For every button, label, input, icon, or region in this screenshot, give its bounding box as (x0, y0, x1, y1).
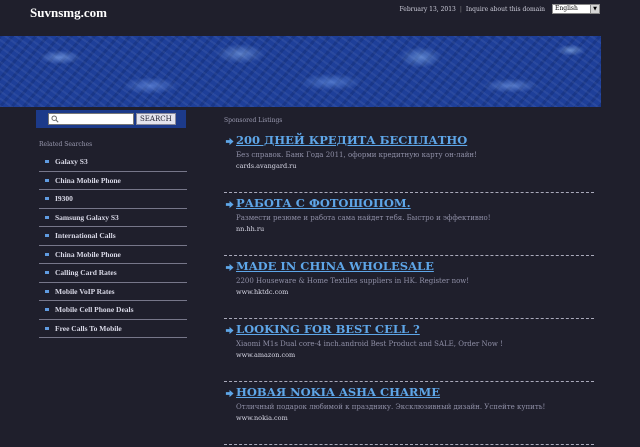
inquire-link[interactable]: Inquire about this domain (466, 6, 545, 13)
bullet-icon (45, 178, 49, 182)
related-item-label: Calling Card Rates (55, 268, 117, 278)
listing-title-link[interactable]: MADE IN CHINA WHOLESALE (236, 259, 434, 273)
chevron-down-icon[interactable]: ▼ (590, 5, 599, 13)
listing-url[interactable]: www.amazon.com (236, 351, 295, 359)
related-item-label: Galaxy S3 (55, 157, 88, 167)
header: Suvnsmg.com February 13, 2013 | Inquire … (0, 0, 640, 36)
search-icon (51, 115, 59, 123)
search-bar: SEARCH (36, 110, 186, 128)
language-select[interactable]: English ▼ (552, 4, 600, 14)
language-value: English (555, 5, 578, 12)
bullet-icon (45, 234, 49, 238)
bullet-icon (45, 215, 49, 219)
bullet-icon (45, 289, 49, 293)
listing-url[interactable]: www.nokia.com (236, 414, 288, 422)
related-item-label: Mobile VoIP Rates (55, 286, 115, 296)
related-item-label: Mobile Cell Phone Deals (55, 305, 134, 315)
listing-description: Размести резюме и работа сама найдет теб… (236, 214, 491, 222)
listing-description: Отличный подарок любимой к празднику. Эк… (236, 403, 546, 411)
bullet-icon (45, 160, 49, 164)
arrow-right-icon (225, 263, 234, 272)
site-title[interactable]: Suvnsmg.com (30, 5, 107, 21)
listing-description: Xiaomi M1s Dual core-4 inch.android Best… (236, 340, 503, 348)
bullet-icon (45, 197, 49, 201)
bullet-icon (45, 271, 49, 275)
related-item[interactable]: China Mobile Phone (39, 246, 187, 264)
listing-url[interactable]: nn.hh.ru (236, 225, 264, 233)
bullet-icon (45, 308, 49, 312)
bullet-icon (45, 326, 49, 330)
related-item-label: China Mobile Phone (55, 249, 121, 259)
related-searches-list: Galaxy S3 China Mobile Phone I9300 Samsu… (39, 153, 187, 338)
listing-title-link[interactable]: 200 ДНЕЙ КРЕДИТА БЕСПЛАТНО (236, 133, 467, 147)
date-text: February 13, 2013 (399, 5, 456, 13)
search-button[interactable]: SEARCH (136, 113, 176, 125)
listing-item: 200 ДНЕЙ КРЕДИТА БЕСПЛАТНО Без справок. … (224, 130, 594, 193)
related-item[interactable]: International Calls (39, 227, 187, 246)
listing-title-link[interactable]: LOOKING FOR BEST CELL ? (236, 322, 420, 336)
bullet-icon (45, 252, 49, 256)
listing-item: РАБОТА С ФОТОШОПОМ. Размести резюме и ра… (224, 193, 594, 256)
related-item-label: Free Calls To Mobile (55, 323, 122, 333)
listing-description: 2200 Houseware & Home Textiles suppliers… (236, 277, 470, 285)
related-item-label: International Calls (55, 231, 116, 241)
header-right: February 13, 2013 | Inquire about this d… (399, 4, 600, 14)
banner-image (0, 36, 601, 107)
related-item[interactable]: Free Calls To Mobile (39, 320, 187, 338)
related-item-label: I9300 (55, 194, 73, 204)
sponsored-listings: 200 ДНЕЙ КРЕДИТА БЕСПЛАТНО Без справок. … (224, 130, 594, 445)
related-item[interactable]: I9300 (39, 190, 187, 209)
related-item[interactable]: Calling Card Rates (39, 264, 187, 283)
arrow-right-icon (225, 200, 234, 209)
arrow-right-icon (225, 389, 234, 398)
listing-item: MADE IN CHINA WHOLESALE 2200 Houseware &… (224, 256, 594, 319)
related-item[interactable]: China Mobile Phone (39, 172, 187, 190)
listing-url[interactable]: cards.avangard.ru (236, 162, 296, 170)
separator: | (459, 5, 462, 13)
arrow-right-icon (225, 137, 234, 146)
listing-item: LOOKING FOR BEST CELL ? Xiaomi M1s Dual … (224, 319, 594, 382)
search-input[interactable] (48, 113, 134, 125)
related-item[interactable]: Samsung Galaxy S3 (39, 209, 187, 227)
related-item[interactable]: Galaxy S3 (39, 153, 187, 172)
listing-description: Без справок. Банк Года 2011, оформи кред… (236, 151, 477, 159)
arrow-right-icon (225, 326, 234, 335)
related-item-label: Samsung Galaxy S3 (55, 212, 119, 222)
sponsored-listings-heading: Sponsored Listings (224, 117, 283, 124)
listing-item: НОВАЯ NOKIA ASHA CHARME Отличный подарок… (224, 382, 594, 445)
related-item[interactable]: Mobile VoIP Rates (39, 283, 187, 301)
related-item-label: China Mobile Phone (55, 175, 121, 185)
related-searches-heading: Related Searches (39, 141, 93, 148)
listing-title-link[interactable]: РАБОТА С ФОТОШОПОМ. (236, 196, 411, 210)
related-item[interactable]: Mobile Cell Phone Deals (39, 301, 187, 320)
listing-title-link[interactable]: НОВАЯ NOKIA ASHA CHARME (236, 385, 440, 399)
listing-url[interactable]: www.hktdc.com (236, 288, 288, 296)
